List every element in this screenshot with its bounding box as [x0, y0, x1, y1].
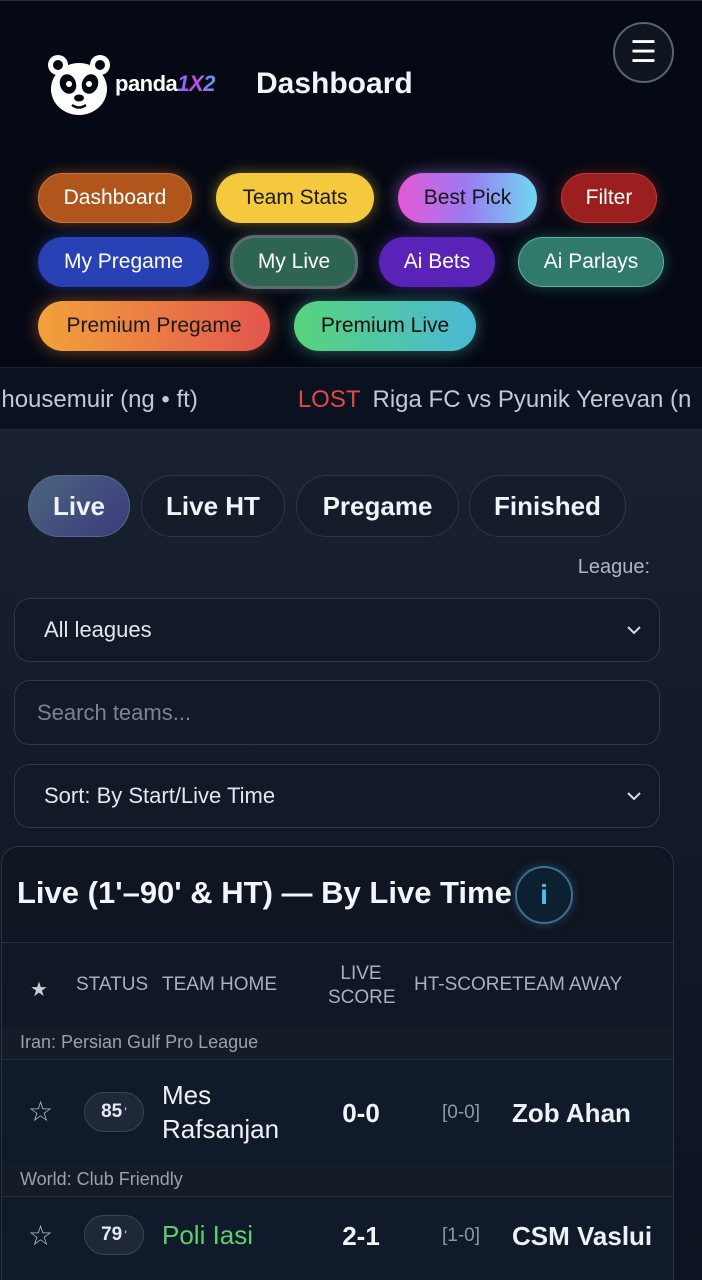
hamburger-menu-icon: ☰: [630, 35, 657, 69]
table-row[interactable]: ☆ 79 ' Poli Iasi 2-1 [1-0] CSM Vaslui: [2, 1196, 673, 1280]
header-ht-score[interactable]: HT-SCORE: [414, 974, 512, 996]
ticker-match-text: Riga FC vs Pyunik Yerevan (n: [372, 386, 692, 413]
nav-dashboard-button[interactable]: Dashboard: [38, 173, 192, 223]
league-group-header: World: Club Friendly: [2, 1163, 673, 1196]
sort-select-value: Sort: By Start/Live Time: [44, 783, 276, 808]
team-away[interactable]: CSM Vaslui: [512, 1221, 652, 1252]
favorite-star-icon[interactable]: ☆: [28, 1219, 53, 1252]
ht-score: [0-0]: [442, 1102, 481, 1123]
nav-premium-pregame-button[interactable]: Premium Pregame: [38, 301, 270, 351]
header-live-score[interactable]: LIVE SCORE: [328, 962, 396, 1010]
menu-button[interactable]: ☰: [613, 22, 674, 83]
nav-my-live-button[interactable]: My Live: [230, 235, 358, 289]
star-header-icon[interactable]: ★: [30, 977, 48, 1002]
chevron-down-icon: [627, 626, 641, 635]
tab-pregame[interactable]: Pregame: [296, 475, 459, 537]
league-label: League:: [577, 556, 650, 578]
table-title: Live (1'–90' & HT) — By Live Time: [17, 875, 512, 910]
tab-finished[interactable]: Finished: [469, 475, 626, 537]
nav-team-stats-button[interactable]: Team Stats: [216, 173, 374, 223]
brand-name: panda1X2: [115, 71, 215, 96]
live-matches-card: Live (1'–90' & HT) — By Live Time i ★ ST…: [1, 846, 674, 1280]
team-home[interactable]: Mes Rafsanjan: [162, 1078, 279, 1146]
table-header: ★ STATUS TEAM HOME LIVE SCORE HT-SCORE T…: [2, 942, 673, 1026]
ticker-prev-text: nhousemuir (ng • ft): [0, 386, 198, 413]
table-row[interactable]: ☆ 85 ' Mes Rafsanjan 0-0 [0-0] Zob Ahan: [2, 1059, 673, 1163]
sort-select[interactable]: Sort: By Start/Live Time: [14, 764, 660, 828]
app-header: panda1X2 Dashboard ☰ Dashboard Team Stat…: [0, 0, 702, 368]
league-group-header: Iran: Persian Gulf Pro League: [2, 1026, 673, 1059]
tab-live-ht[interactable]: Live HT: [141, 475, 285, 537]
header-team-away[interactable]: TEAM AWAY: [512, 974, 622, 996]
nav-premium-live-button[interactable]: Premium Live: [294, 301, 476, 351]
live-score: 2-1: [342, 1221, 380, 1251]
nav-my-pregame-button[interactable]: My Pregame: [38, 237, 209, 287]
team-home[interactable]: Poli Iasi: [162, 1218, 253, 1252]
favorite-star-icon[interactable]: ☆: [28, 1095, 53, 1128]
nav-best-pick-button[interactable]: Best Pick: [398, 173, 537, 223]
ht-score: [1-0]: [442, 1225, 481, 1246]
match-minute-badge: 85 ': [84, 1092, 144, 1132]
match-minute-badge: 79 ': [84, 1215, 144, 1255]
nav-ai-bets-button[interactable]: Ai Bets: [379, 237, 495, 287]
chevron-down-icon: [627, 792, 641, 801]
tab-live[interactable]: Live: [28, 475, 130, 537]
page-title: Dashboard: [256, 67, 413, 100]
team-away[interactable]: Zob Ahan: [512, 1098, 631, 1129]
results-ticker: nhousemuir (ng • ft) LOST Riga FC vs Pyuni…: [0, 368, 702, 430]
main-panel: Live Live HT Pregame Finished League: Al…: [0, 430, 702, 1280]
ticker-status-badge: LOST: [297, 386, 361, 413]
search-teams-input[interactable]: [14, 680, 660, 745]
league-select[interactable]: All leagues: [14, 598, 660, 662]
live-score: 0-0: [342, 1098, 380, 1128]
nav-ai-parlays-button[interactable]: Ai Parlays: [518, 237, 664, 287]
info-button[interactable]: i: [515, 866, 573, 924]
header-team-home[interactable]: TEAM HOME: [162, 974, 277, 996]
league-select-value: All leagues: [44, 617, 152, 642]
nav-filter-button[interactable]: Filter: [561, 173, 657, 223]
header-status[interactable]: STATUS: [76, 974, 148, 996]
panda-logo-icon: [48, 55, 110, 115]
